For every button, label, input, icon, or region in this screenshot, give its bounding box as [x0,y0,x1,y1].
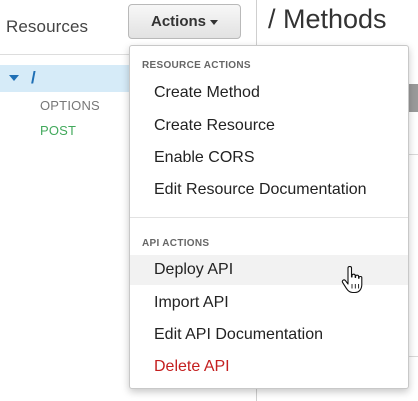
method-options[interactable]: OPTIONS [40,98,100,113]
caret-down-icon[interactable] [9,75,19,81]
menu-item-import-api[interactable]: Import API [130,288,408,318]
menu-item-deploy-api[interactable]: Deploy API [130,255,408,285]
menu-divider [130,217,408,218]
menu-item-edit-resource-documentation[interactable]: Edit Resource Documentation [130,175,408,205]
resource-actions-header: RESOURCE ACTIONS [142,60,251,71]
actions-dropdown-menu: RESOURCE ACTIONS Create Method Create Re… [129,45,409,389]
actions-button[interactable]: Actions [128,4,241,39]
api-actions-header: API ACTIONS [142,238,210,249]
menu-item-delete-api[interactable]: Delete API [130,352,408,382]
menu-item-create-method[interactable]: Create Method [130,78,408,108]
actions-button-label: Actions [150,13,206,30]
root-resource-label[interactable]: / [31,68,36,88]
page-title: / Methods [268,4,387,34]
resources-title: Resources [6,17,89,36]
menu-item-enable-cors[interactable]: Enable CORS [130,143,408,173]
method-post[interactable]: POST [40,123,76,138]
menu-item-edit-api-documentation[interactable]: Edit API Documentation [130,320,408,350]
chevron-down-icon [210,20,218,25]
menu-item-create-resource[interactable]: Create Resource [130,111,408,141]
api-gateway-page: Resources / OPTIONS POST / Methods Actio… [0,0,418,401]
